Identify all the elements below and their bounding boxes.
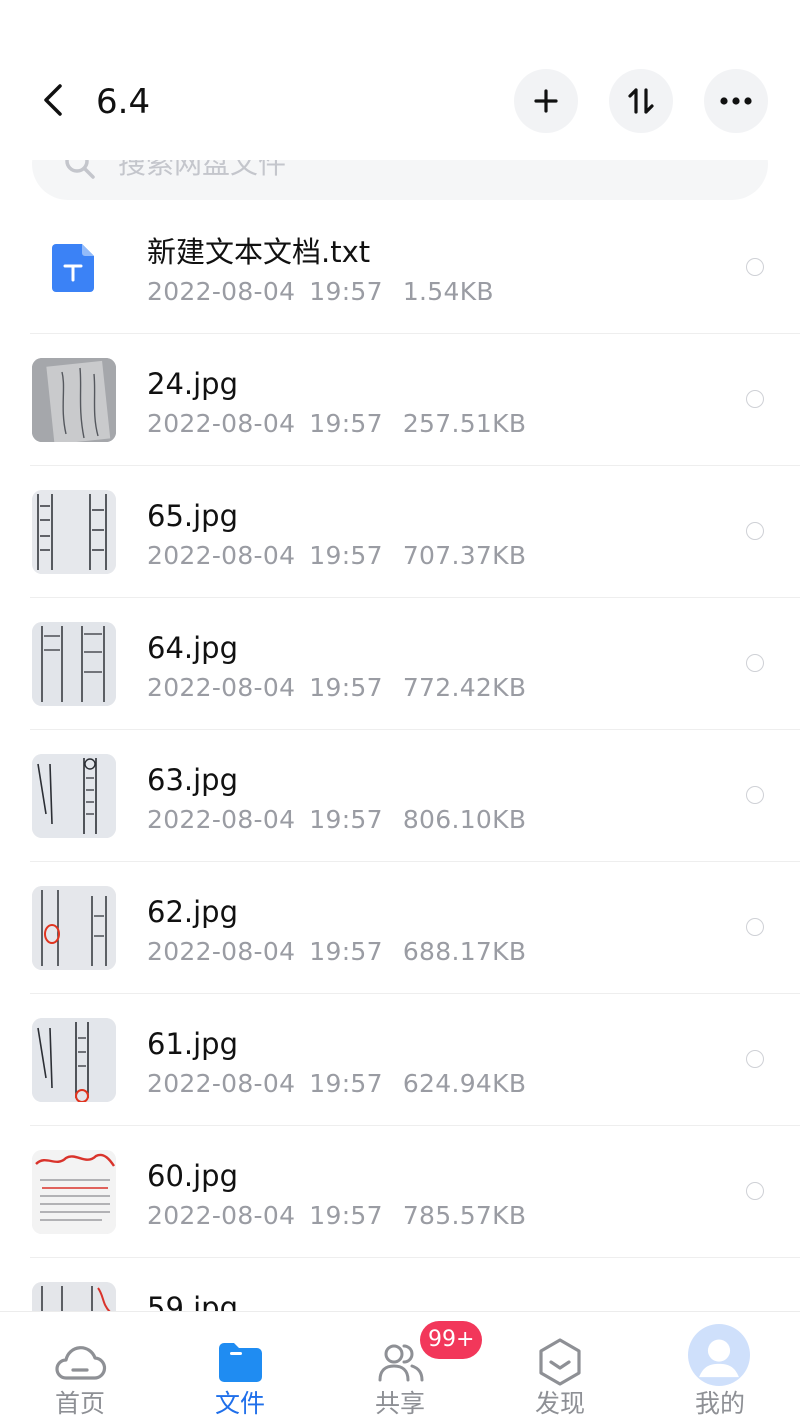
file-time: 19:57	[309, 937, 383, 966]
file-size: 257.51KB	[402, 409, 527, 438]
file-size: 624.94KB	[402, 1069, 527, 1098]
file-row[interactable]: 61.jpg 2022-08-04 19:57 624.94KB	[0, 994, 800, 1126]
file-meta: 2022-08-04 19:57 785.57KB	[147, 1200, 526, 1232]
select-radio[interactable]	[746, 786, 764, 804]
select-radio[interactable]	[746, 522, 764, 540]
file-date: 2022-08-04	[147, 805, 296, 834]
file-size: 785.57KB	[402, 1201, 527, 1230]
tab-files[interactable]: 文件	[160, 1312, 320, 1423]
file-date: 2022-08-04	[147, 1069, 296, 1098]
file-time: 19:57	[309, 673, 383, 702]
file-meta: 2022-08-04 19:57 1.54KB	[147, 276, 494, 308]
file-date: 2022-08-04	[147, 673, 296, 702]
file-time: 19:57	[309, 805, 383, 834]
image-thumbnail	[32, 490, 116, 574]
file-meta: 2022-08-04 19:57 624.94KB	[147, 1068, 526, 1100]
sort-icon	[628, 88, 654, 114]
file-meta: 2022-08-04 19:57 707.37KB	[147, 540, 526, 572]
file-name: 63.jpg	[147, 763, 238, 797]
file-time: 19:57	[309, 541, 383, 570]
file-row[interactable]: 64.jpg 2022-08-04 19:57 772.42KB	[0, 598, 800, 730]
tab-mine[interactable]: 我的	[640, 1312, 800, 1423]
file-meta: 2022-08-04 19:57 772.42KB	[147, 672, 526, 704]
tab-label: 首页	[54, 1389, 105, 1418]
page-title: 6.4	[96, 82, 151, 122]
image-thumbnail	[32, 754, 116, 838]
image-thumbnail	[32, 622, 116, 706]
tab-discover[interactable]: 发现	[480, 1312, 640, 1423]
file-time: 19:57	[309, 1201, 383, 1230]
file-name: 24.jpg	[147, 367, 238, 401]
tab-home[interactable]: 首页	[0, 1312, 160, 1423]
file-date: 2022-08-04	[147, 277, 296, 306]
image-thumbnail	[32, 1150, 116, 1234]
sort-button[interactable]	[609, 69, 673, 133]
file-date: 2022-08-04	[147, 1201, 296, 1230]
folder-icon	[219, 1343, 262, 1382]
file-name: 新建文本文档.txt	[147, 235, 371, 269]
chevron-left-icon	[44, 84, 62, 116]
file-time: 19:57	[309, 409, 383, 438]
file-date: 2022-08-04	[147, 409, 296, 438]
file-meta: 2022-08-04 19:57 257.51KB	[147, 408, 526, 440]
file-time: 19:57	[309, 277, 383, 306]
text-file-icon	[52, 244, 94, 292]
file-row[interactable]: 60.jpg 2022-08-04 19:57 785.57KB	[0, 1126, 800, 1258]
file-row[interactable]: 63.jpg 2022-08-04 19:57 806.10KB	[0, 730, 800, 862]
plus-icon	[534, 89, 558, 113]
back-button[interactable]	[30, 76, 78, 124]
tab-label: 发现	[534, 1389, 585, 1418]
select-radio[interactable]	[746, 1182, 764, 1200]
tab-label: 我的	[694, 1389, 745, 1418]
file-row[interactable]: 62.jpg 2022-08-04 19:57 688.17KB	[0, 862, 800, 994]
discover-icon	[539, 1338, 581, 1386]
image-thumbnail	[32, 886, 116, 970]
add-button[interactable]	[514, 69, 578, 133]
select-radio[interactable]	[746, 390, 764, 408]
file-size: 806.10KB	[402, 805, 527, 834]
file-list: 新建文本文档.txt 2022-08-04 19:57 1.54KB 24.jpg …	[0, 202, 800, 1390]
file-name: 60.jpg	[147, 1159, 238, 1193]
bottom-nav: 首页 文件 共享 发现 我的	[0, 1311, 800, 1423]
top-bar: 6.4	[0, 0, 800, 160]
file-time: 19:57	[309, 1069, 383, 1098]
file-row[interactable]: 新建文本文档.txt 2022-08-04 19:57 1.54KB	[0, 202, 800, 334]
avatar-icon	[688, 1324, 750, 1386]
file-size: 772.42KB	[402, 673, 527, 702]
image-thumbnail	[32, 1018, 116, 1102]
select-radio[interactable]	[746, 1050, 764, 1068]
file-size: 1.54KB	[402, 277, 494, 306]
notification-badge: 99+	[420, 1321, 483, 1359]
file-row[interactable]: 24.jpg 2022-08-04 19:57 257.51KB	[0, 334, 800, 466]
cloud-icon	[55, 1346, 107, 1380]
file-size: 688.17KB	[402, 937, 527, 966]
select-radio[interactable]	[746, 654, 764, 672]
file-row[interactable]: 65.jpg 2022-08-04 19:57 707.37KB	[0, 466, 800, 598]
more-button[interactable]	[704, 69, 768, 133]
select-radio[interactable]	[746, 918, 764, 936]
image-thumbnail	[32, 358, 116, 442]
tab-label: 共享	[374, 1389, 425, 1418]
file-meta: 2022-08-04 19:57 806.10KB	[147, 804, 526, 836]
file-name: 64.jpg	[147, 631, 238, 665]
file-date: 2022-08-04	[147, 937, 296, 966]
file-date: 2022-08-04	[147, 541, 296, 570]
select-radio[interactable]	[746, 258, 764, 276]
more-dots-icon	[720, 97, 752, 105]
file-name: 65.jpg	[147, 499, 238, 533]
file-size: 707.37KB	[402, 541, 527, 570]
tab-label: 文件	[214, 1389, 265, 1418]
file-name: 62.jpg	[147, 895, 238, 929]
file-name: 61.jpg	[147, 1027, 238, 1061]
file-meta: 2022-08-04 19:57 688.17KB	[147, 936, 526, 968]
